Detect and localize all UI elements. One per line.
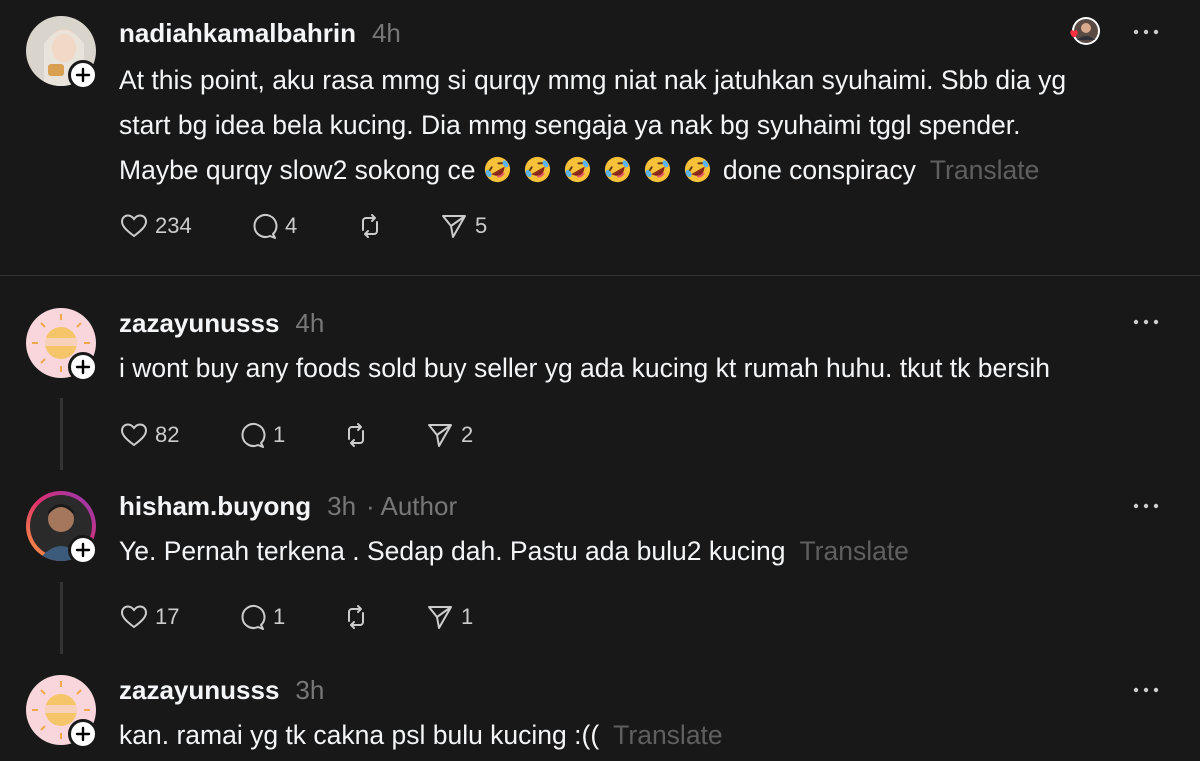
reply-count: 1 bbox=[273, 604, 286, 629]
rofl-emoji bbox=[524, 156, 550, 183]
repost-button[interactable] bbox=[341, 417, 371, 453]
post-1: nadiahkamalbahrin 4h At this point, aku r… bbox=[0, 0, 1200, 275]
repost-icon bbox=[348, 605, 364, 629]
heart-icon bbox=[120, 214, 148, 238]
translate-link[interactable]: Translate bbox=[930, 155, 1039, 185]
translate-link[interactable]: Translate bbox=[799, 536, 908, 566]
more-options-icon[interactable] bbox=[1130, 496, 1162, 516]
follow-button[interactable] bbox=[68, 352, 98, 382]
username[interactable]: zazayunusss bbox=[119, 308, 279, 338]
like-count: 17 bbox=[155, 604, 180, 629]
reply-button[interactable]: 4 bbox=[249, 208, 297, 244]
repost-icon bbox=[348, 423, 364, 447]
repost-button[interactable] bbox=[341, 599, 371, 635]
like-count: 234 bbox=[155, 213, 192, 238]
post-text-segment: Ye. Pernah terkena . Sedap dah. Pastu ad… bbox=[119, 536, 786, 566]
reply-count: 4 bbox=[285, 213, 298, 238]
reply-button[interactable]: 1 bbox=[237, 599, 285, 635]
post-text: Ye. Pernah terkena . Sedap dah. Pastu ad… bbox=[119, 529, 909, 574]
repost-button[interactable] bbox=[355, 208, 385, 244]
reply-count: 1 bbox=[273, 422, 286, 447]
post-text-line: Maybe qurqy slow2 sokong ce done conspir… bbox=[119, 148, 1066, 193]
plus-icon bbox=[75, 726, 91, 742]
follow-button[interactable] bbox=[68, 719, 98, 749]
timestamp[interactable]: 4h bbox=[295, 308, 324, 338]
follow-button[interactable] bbox=[68, 535, 98, 565]
post-text-segment: kan. ramai yg tk cakna psl bulu kucing :… bbox=[119, 720, 600, 750]
post-header: zazayunusss 4h bbox=[119, 306, 324, 340]
avatar[interactable] bbox=[26, 308, 98, 382]
plus-icon bbox=[75, 67, 91, 83]
comment-icon bbox=[241, 605, 266, 630]
like-button[interactable]: 234 bbox=[119, 208, 192, 244]
plus-icon bbox=[75, 542, 91, 558]
like-count: 82 bbox=[155, 422, 180, 447]
like-button[interactable]: 17 bbox=[119, 599, 179, 635]
avatar[interactable] bbox=[26, 675, 98, 749]
comment-icon bbox=[253, 214, 278, 239]
post-header: nadiahkamalbahrin 4h bbox=[119, 16, 401, 50]
username[interactable]: hisham.buyong bbox=[119, 491, 311, 521]
liked-by-avatar[interactable] bbox=[1066, 16, 1100, 50]
plus-icon bbox=[75, 359, 91, 375]
rofl-emoji bbox=[484, 156, 510, 183]
more-options-icon[interactable] bbox=[1130, 22, 1162, 42]
send-icon bbox=[428, 606, 452, 629]
reply-button[interactable]: 1 bbox=[237, 417, 285, 453]
rofl-emoji bbox=[564, 156, 590, 183]
post-text: i wont buy any foods sold buy seller yg … bbox=[119, 353, 1050, 383]
share-button[interactable]: 2 bbox=[425, 417, 473, 453]
divider bbox=[0, 275, 1200, 276]
share-button[interactable]: 5 bbox=[439, 208, 487, 244]
author-badge: · Author bbox=[366, 491, 458, 521]
thread-line bbox=[60, 398, 63, 470]
more-options-icon[interactable] bbox=[1130, 680, 1162, 700]
timestamp[interactable]: 4h bbox=[372, 18, 401, 48]
share-count: 5 bbox=[475, 213, 488, 238]
avatar[interactable] bbox=[26, 491, 98, 565]
username[interactable]: nadiahkamalbahrin bbox=[119, 18, 356, 48]
rofl-emoji bbox=[684, 156, 710, 183]
post-text-segment: done conspiracy bbox=[722, 155, 916, 185]
translate-link[interactable]: Translate bbox=[613, 720, 722, 750]
post-text-segment: Maybe qurqy slow2 sokong ce bbox=[119, 155, 476, 185]
post-text-line: At this point, aku rasa mmg si qurqy mmg… bbox=[119, 65, 1067, 95]
timestamp[interactable]: 3h bbox=[327, 491, 356, 521]
like-button[interactable]: 82 bbox=[119, 417, 179, 453]
share-button[interactable]: 1 bbox=[425, 599, 473, 635]
send-icon bbox=[442, 215, 466, 238]
timestamp[interactable]: 3h bbox=[295, 675, 324, 705]
username[interactable]: zazayunusss bbox=[119, 675, 279, 705]
comment-icon bbox=[241, 423, 266, 448]
thread-line bbox=[60, 582, 63, 654]
post-text-line: start bg idea bela kucing. Dia mmg senga… bbox=[119, 110, 1021, 140]
share-count: 1 bbox=[461, 604, 474, 629]
heart-icon bbox=[120, 605, 148, 629]
follow-button[interactable] bbox=[68, 60, 98, 90]
post-header: zazayunusss 3h bbox=[119, 673, 324, 707]
share-count: 2 bbox=[461, 422, 474, 447]
emoji-row bbox=[483, 155, 723, 185]
more-options-icon[interactable] bbox=[1130, 312, 1162, 332]
repost-icon bbox=[362, 214, 378, 238]
post-header: hisham.buyong 3h · Author bbox=[119, 489, 457, 523]
send-icon bbox=[428, 424, 452, 447]
post-text: kan. ramai yg tk cakna psl bulu kucing :… bbox=[119, 713, 723, 758]
avatar[interactable] bbox=[26, 16, 98, 90]
heart-icon bbox=[120, 423, 148, 447]
post-text: At this point, aku rasa mmg si qurqy mmg… bbox=[119, 58, 1066, 193]
rofl-emoji bbox=[604, 156, 630, 183]
rofl-emoji bbox=[644, 156, 670, 183]
